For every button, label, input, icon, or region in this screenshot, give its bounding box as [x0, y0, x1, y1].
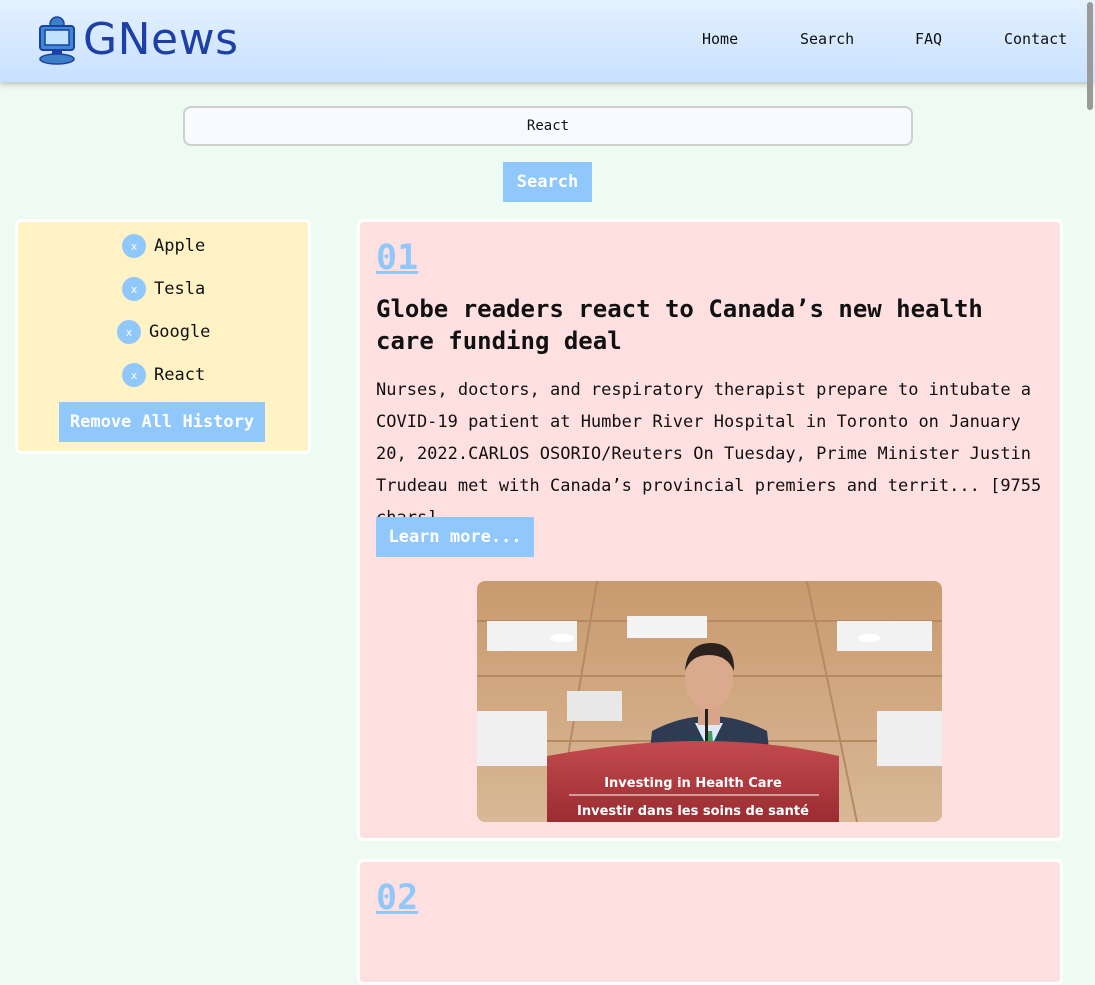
learn-more-button[interactable]: Learn more... [376, 517, 534, 557]
article-card: 01 Globe readers react to Canada’s new h… [357, 219, 1063, 841]
site-header: GNews Home Search FAQ Contact [0, 0, 1095, 82]
history-item-label[interactable]: Tesla [154, 279, 205, 299]
history-item-label[interactable]: React [154, 365, 205, 385]
article-image: Investing in Health Care Investir dans l… [477, 581, 942, 822]
history-item-label[interactable]: Google [149, 322, 210, 342]
search-button[interactable]: Search [503, 162, 592, 202]
brand-name[interactable]: GNews [83, 14, 239, 66]
remove-history-icon[interactable]: x [122, 234, 146, 258]
article-title: Globe readers react to Canada’s new heal… [376, 295, 983, 355]
nav-faq[interactable]: FAQ [915, 30, 942, 48]
history-item-react: x React [122, 360, 205, 390]
nav-search[interactable]: Search [800, 30, 854, 48]
search-history-panel: x Apple x Tesla x Google x React Remove … [15, 219, 311, 454]
remove-all-history-button[interactable]: Remove All History [59, 402, 265, 442]
remove-history-icon[interactable]: x [122, 277, 146, 301]
article-number[interactable]: 01 [376, 238, 418, 278]
search-input[interactable] [183, 106, 913, 146]
image-caption-line2: Investir dans les soins de santé [577, 804, 809, 819]
remove-history-icon[interactable]: x [117, 320, 141, 344]
computer-logo-icon[interactable] [34, 14, 80, 66]
article-description: Nurses, doctors, and respiratory therapi… [376, 380, 1042, 528]
history-item-tesla: x Tesla [122, 274, 205, 304]
page-scrollbar[interactable] [1087, 2, 1093, 110]
history-item-label[interactable]: Apple [154, 236, 205, 256]
article-number[interactable]: 02 [376, 878, 418, 918]
remove-history-icon[interactable]: x [122, 363, 146, 387]
image-caption-line1: Investing in Health Care [604, 776, 782, 791]
history-item-apple: x Apple [122, 231, 205, 261]
nav-home[interactable]: Home [702, 30, 738, 48]
article-card: 02 [357, 859, 1063, 985]
nav-contact[interactable]: Contact [1004, 30, 1067, 48]
history-item-google: x Google [117, 317, 210, 347]
